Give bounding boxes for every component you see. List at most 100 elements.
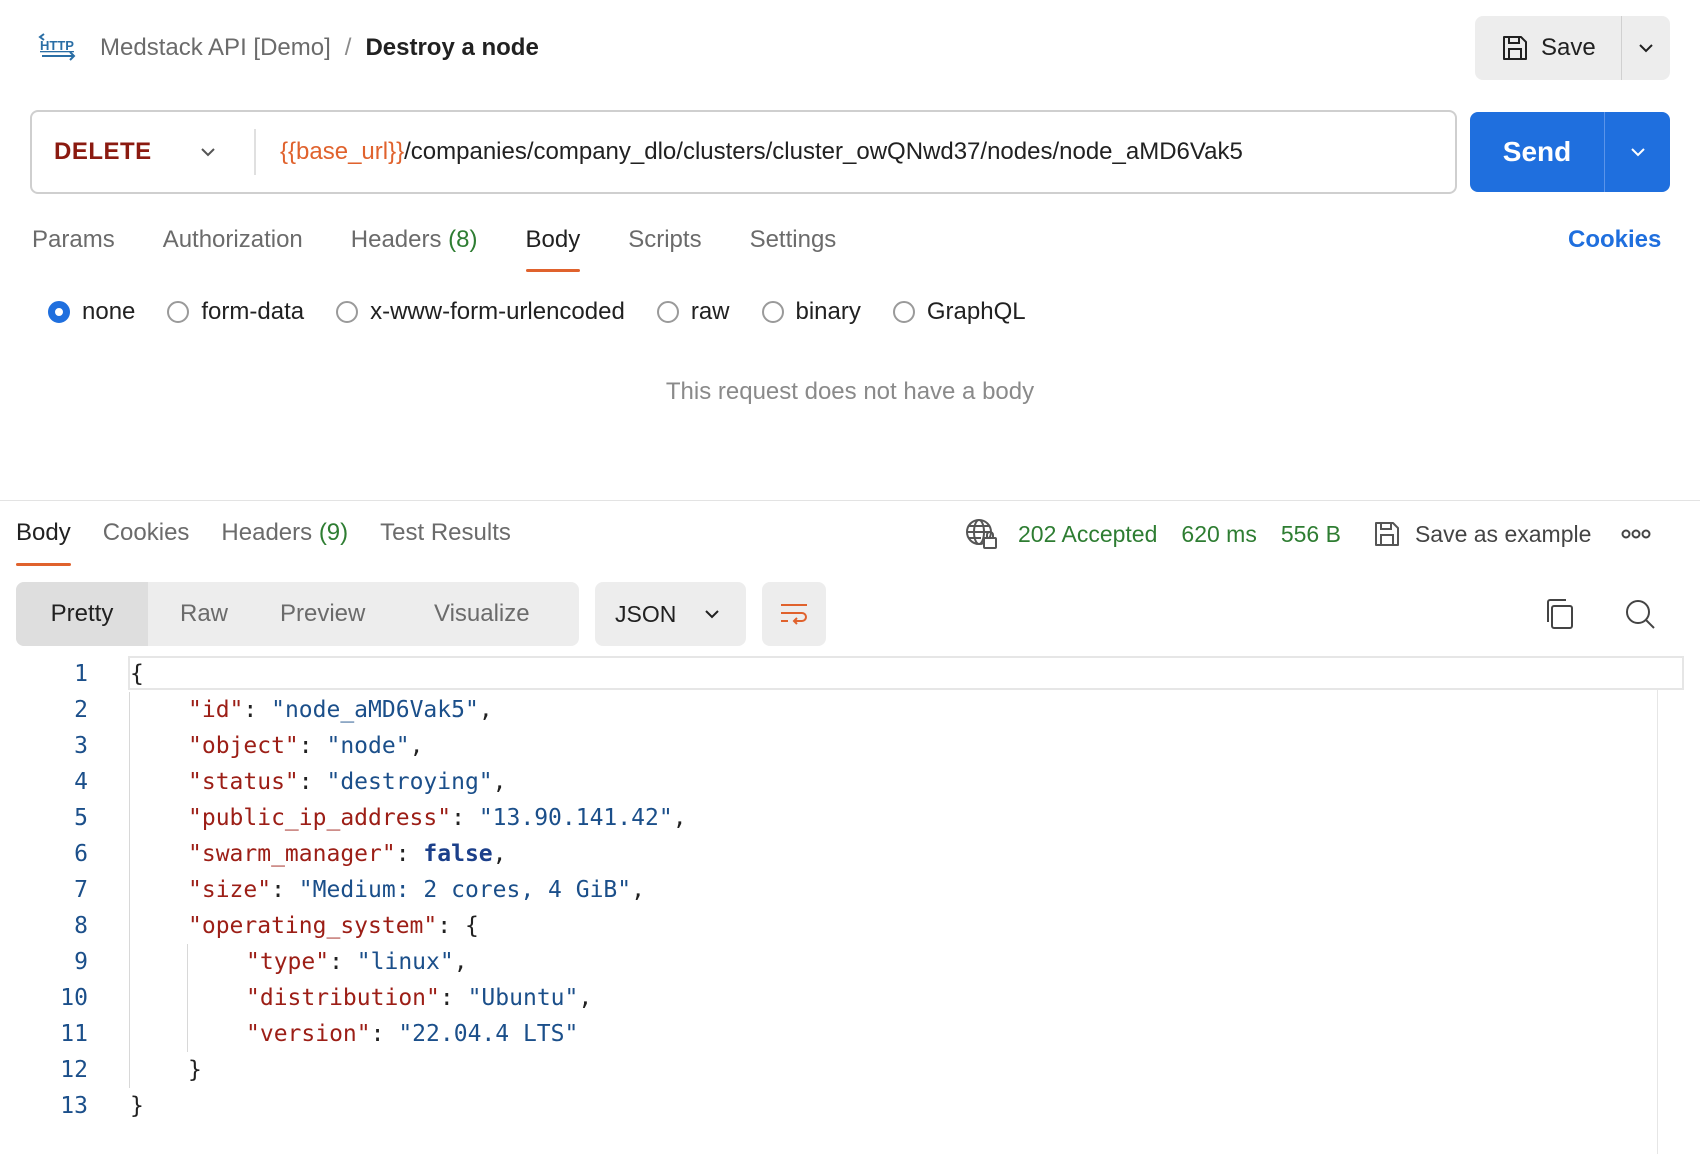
- url-bar: DELETE {{base_url}}/companies/company_dl…: [30, 110, 1457, 194]
- code-text: {: [130, 661, 144, 687]
- tab-headers[interactable]: Headers (8): [351, 220, 478, 272]
- code-text: "id": "node_aMD6Vak5",: [188, 697, 493, 723]
- code-token: "node_aMD6Vak5": [271, 697, 479, 723]
- response-tab-test-results[interactable]: Test Results: [380, 514, 511, 566]
- save-as-example-label: Save as example: [1414, 520, 1592, 547]
- tab-count: (9): [318, 519, 349, 546]
- code-token: :: [243, 697, 272, 723]
- code-token: "status": [188, 769, 299, 795]
- pane-divider[interactable]: [0, 500, 1700, 501]
- tab-params[interactable]: Params: [32, 220, 115, 272]
- tab-label: Authorization: [162, 226, 303, 253]
- radio-binary[interactable]: binary: [761, 298, 861, 326]
- tab-authorization[interactable]: Authorization: [163, 220, 303, 272]
- code-token: "linux": [356, 949, 454, 975]
- code-line: 13}: [0, 1088, 1640, 1124]
- tab-settings[interactable]: Settings: [750, 220, 837, 272]
- format-label: JSON: [615, 600, 677, 627]
- code-token: "distribution": [246, 985, 440, 1011]
- request-header: HTTP Medstack API [Demo] / Destroy a nod…: [0, 0, 1700, 96]
- more-options-icon[interactable]: [1621, 529, 1651, 539]
- radio-label: form-data: [201, 298, 305, 325]
- http-icon: HTTP: [38, 33, 76, 61]
- code-text: }: [130, 1093, 144, 1119]
- radio-form-data[interactable]: form-data: [167, 298, 304, 326]
- code-token: "type": [246, 949, 330, 975]
- code-token: :: [439, 985, 468, 1011]
- scrollbar-track[interactable]: [1657, 690, 1658, 1154]
- view-preview[interactable]: Preview: [280, 582, 434, 646]
- view-mode-segmented: Pretty Raw Preview Visualize: [16, 582, 579, 646]
- radio-urlencoded[interactable]: x-www-form-urlencoded: [336, 298, 625, 326]
- code-text: "object": "node",: [188, 733, 423, 759]
- code-token: "22.04.4 LTS": [398, 1021, 579, 1047]
- request-tabs: Params Authorization Headers (8) Body Sc…: [32, 220, 884, 272]
- code-line: 11 "version": "22.04.4 LTS": [0, 1016, 1640, 1052]
- wrap-lines-button[interactable]: [762, 582, 826, 646]
- code-token: "version": [246, 1021, 371, 1047]
- save-button[interactable]: Save: [1475, 16, 1621, 80]
- response-time[interactable]: 620 ms: [1181, 521, 1256, 548]
- response-tab-headers[interactable]: Headers (9): [221, 514, 348, 566]
- code-text: "public_ip_address": "13.90.141.42",: [188, 805, 687, 831]
- tab-body[interactable]: Body: [525, 220, 580, 272]
- code-token: :: [271, 877, 299, 903]
- line-number: 8: [74, 913, 88, 939]
- line-number: 2: [74, 697, 88, 723]
- save-icon: [1503, 36, 1527, 60]
- code-line: 4 "status": "destroying",: [0, 764, 1640, 800]
- format-select[interactable]: JSON: [595, 582, 746, 646]
- code-token: "Ubuntu": [467, 985, 579, 1011]
- line-number: 7: [74, 877, 88, 903]
- send-button[interactable]: Send: [1470, 112, 1604, 192]
- radio-graphql[interactable]: GraphQL: [892, 298, 1026, 326]
- status-code[interactable]: 202 Accepted: [1018, 521, 1157, 548]
- tab-label: Headers: [350, 226, 442, 253]
- code-line: 6 "swarm_manager": false,: [0, 836, 1640, 872]
- tab-label: Scripts: [628, 226, 702, 253]
- response-tab-body[interactable]: Body: [16, 514, 71, 566]
- radio-button: [167, 301, 190, 323]
- request-title[interactable]: Destroy a node: [365, 30, 538, 66]
- save-as-example-button[interactable]: Save as example: [1373, 520, 1591, 548]
- radio-none[interactable]: none: [48, 298, 135, 326]
- line-number: 11: [60, 1021, 88, 1047]
- breadcrumb-collection[interactable]: Medstack API [Demo]: [100, 30, 331, 66]
- radio-raw[interactable]: raw: [656, 298, 730, 326]
- tab-scripts[interactable]: Scripts: [628, 220, 701, 272]
- response-tab-cookies[interactable]: Cookies: [103, 514, 190, 566]
- copy-icon[interactable]: [1540, 594, 1580, 634]
- response-code-viewer[interactable]: 1 {2 "id": "node_aMD6Vak5", 3 "object": "nod…: [0, 656, 1700, 1154]
- code-token: ,: [492, 841, 507, 867]
- save-options-button[interactable]: [1622, 16, 1670, 80]
- line-number: 1: [74, 661, 88, 687]
- code-line: 12}: [0, 1052, 1640, 1088]
- send-options-button[interactable]: [1605, 112, 1670, 192]
- chevron-down-icon: [1639, 44, 1653, 53]
- svg-text:HTTP: HTTP: [40, 38, 74, 53]
- body-type-radios: none form-data x-www-form-urlencoded raw…: [48, 294, 1058, 330]
- view-visualize[interactable]: Visualize: [434, 582, 574, 646]
- save-label: Save: [1541, 34, 1596, 61]
- breadcrumb-separator: /: [344, 34, 352, 61]
- code-token: {: [130, 661, 144, 687]
- code-text: }: [188, 1057, 202, 1083]
- radio-button: [336, 301, 359, 323]
- radio-button: [48, 301, 70, 323]
- code-token: "id": [188, 697, 244, 723]
- globe-lock-icon[interactable]: [964, 517, 998, 551]
- radio-label: binary: [795, 298, 861, 325]
- send-button-group: Send: [1470, 112, 1670, 192]
- method-select[interactable]: DELETE: [32, 112, 254, 192]
- view-raw[interactable]: Raw: [148, 582, 280, 646]
- code-token: "node": [326, 733, 410, 759]
- code-line: 3 "object": "node",: [0, 728, 1640, 764]
- response-meta: 202 Accepted 620 ms 556 B Save as exampl…: [964, 516, 1651, 552]
- line-number: 3: [74, 733, 88, 759]
- search-icon[interactable]: [1620, 594, 1660, 634]
- url-input[interactable]: {{base_url}}/companies/company_dlo/clust…: [256, 112, 1455, 192]
- cookies-link[interactable]: Cookies: [1568, 220, 1661, 260]
- code-token: :: [329, 949, 357, 975]
- view-pretty[interactable]: Pretty: [16, 582, 148, 646]
- response-size[interactable]: 556 B: [1281, 521, 1341, 548]
